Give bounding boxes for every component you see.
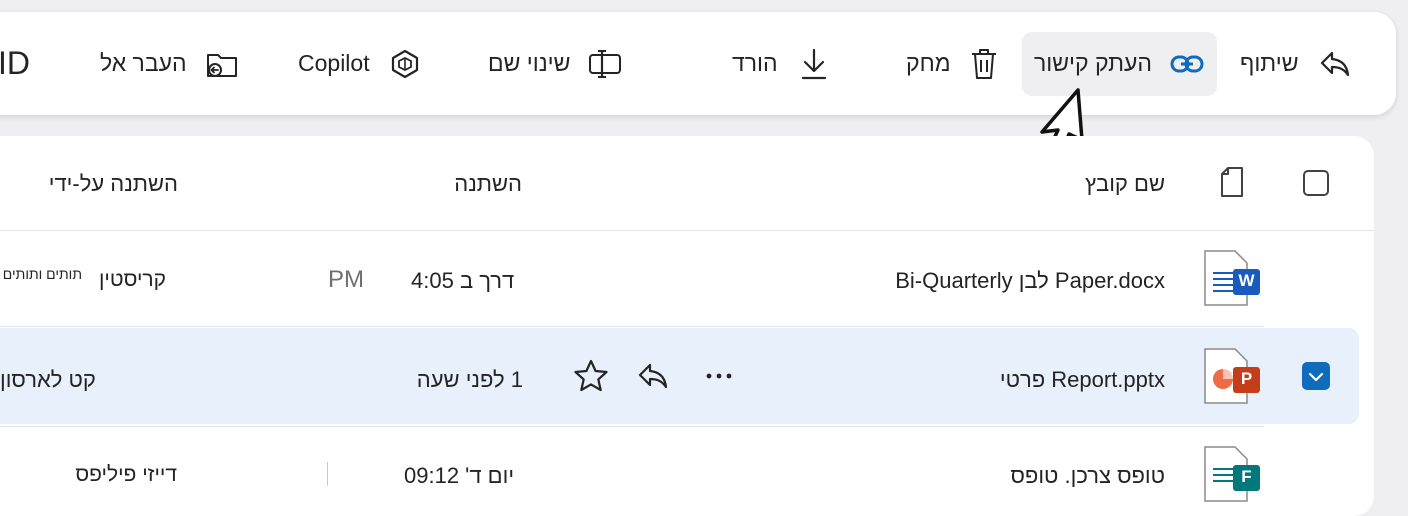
- command-bar: שיתוף העתק קישור מחק הורד שינוי שם Copil…: [0, 12, 1396, 115]
- row-divider: [0, 426, 1264, 427]
- forms-badge: F: [1241, 467, 1252, 486]
- modified-cell: 1 לפני שעה: [417, 367, 523, 393]
- favorite-star-icon[interactable]: [572, 358, 610, 399]
- select-all-checkbox[interactable]: [1303, 170, 1329, 196]
- rename-label: שינוי שם: [488, 50, 571, 76]
- download-icon: [800, 47, 828, 81]
- modified-count: 1: [510, 367, 523, 392]
- file-type-header-icon[interactable]: [1220, 166, 1244, 203]
- column-divider: [327, 462, 328, 486]
- file-name-cell[interactable]: Bi-Quarterly לבן Paper.docx: [895, 268, 1165, 294]
- modified-cell: דרך ב 4:05: [411, 268, 515, 293]
- modified-cell: יום ד' 09:12: [404, 463, 515, 488]
- copy-link-label: העתק קישור: [1034, 50, 1152, 76]
- rename-icon: [588, 49, 622, 79]
- rename-button[interactable]: שינוי שם: [488, 12, 622, 115]
- share-icon: [1319, 49, 1351, 79]
- share-label: שיתוף: [1240, 50, 1299, 76]
- row-share-icon[interactable]: [636, 360, 672, 397]
- row-checkbox-checked[interactable]: [1302, 362, 1330, 390]
- modified-by-cell[interactable]: קט לארסון: [0, 367, 96, 393]
- folder-move-icon: [205, 49, 239, 79]
- delete-button[interactable]: מחק: [906, 12, 999, 115]
- link-icon: [1170, 53, 1204, 75]
- header-file-name[interactable]: שם קובץ: [1085, 171, 1165, 197]
- file-name-cell[interactable]: פרטי Report.pptx: [1000, 367, 1165, 393]
- modified-by-detail: תותים ותותים: [2, 266, 82, 282]
- powerpoint-badge: P: [1240, 369, 1253, 388]
- word-badge: W: [1238, 271, 1255, 290]
- download-button[interactable]: הורד: [732, 12, 828, 115]
- download-label: הורד: [732, 50, 778, 76]
- trash-icon: [969, 47, 999, 81]
- share-button[interactable]: שיתוף: [1240, 12, 1351, 115]
- modified-time-suffix: PM: [328, 266, 364, 293]
- move-to-button[interactable]: העבר אל: [100, 12, 239, 115]
- powerpoint-file-icon: P: [1203, 347, 1263, 410]
- copilot-label: Copilot: [298, 50, 370, 76]
- copilot-button[interactable]: Copilot: [298, 12, 420, 115]
- forms-file-icon: F: [1203, 445, 1263, 508]
- more-actions-icon[interactable]: [702, 362, 736, 395]
- modified-by-cell[interactable]: דייזי פיליפס: [75, 463, 177, 487]
- header-divider: [0, 230, 1374, 231]
- header-modified-by[interactable]: השתנה על-ידי: [49, 171, 178, 197]
- checkmark-icon: [1308, 372, 1324, 382]
- copilot-icon: [390, 49, 420, 79]
- overflow-label: ID: [0, 45, 30, 81]
- table-row[interactable]: [0, 234, 1374, 324]
- table-row[interactable]: [0, 430, 1374, 488]
- word-file-icon: W: [1203, 249, 1263, 312]
- header-modified[interactable]: השתנה: [454, 171, 522, 197]
- file-name-cell[interactable]: טופס צרכן. טופס: [1010, 463, 1165, 489]
- modified-relative: לפני שעה: [416, 367, 505, 392]
- modified-by-cell[interactable]: קריסטין: [99, 268, 166, 292]
- overflow-item[interactable]: ID: [0, 12, 30, 115]
- delete-label: מחק: [906, 50, 951, 76]
- row-divider: [0, 326, 1264, 327]
- move-to-label: העבר אל: [100, 50, 187, 76]
